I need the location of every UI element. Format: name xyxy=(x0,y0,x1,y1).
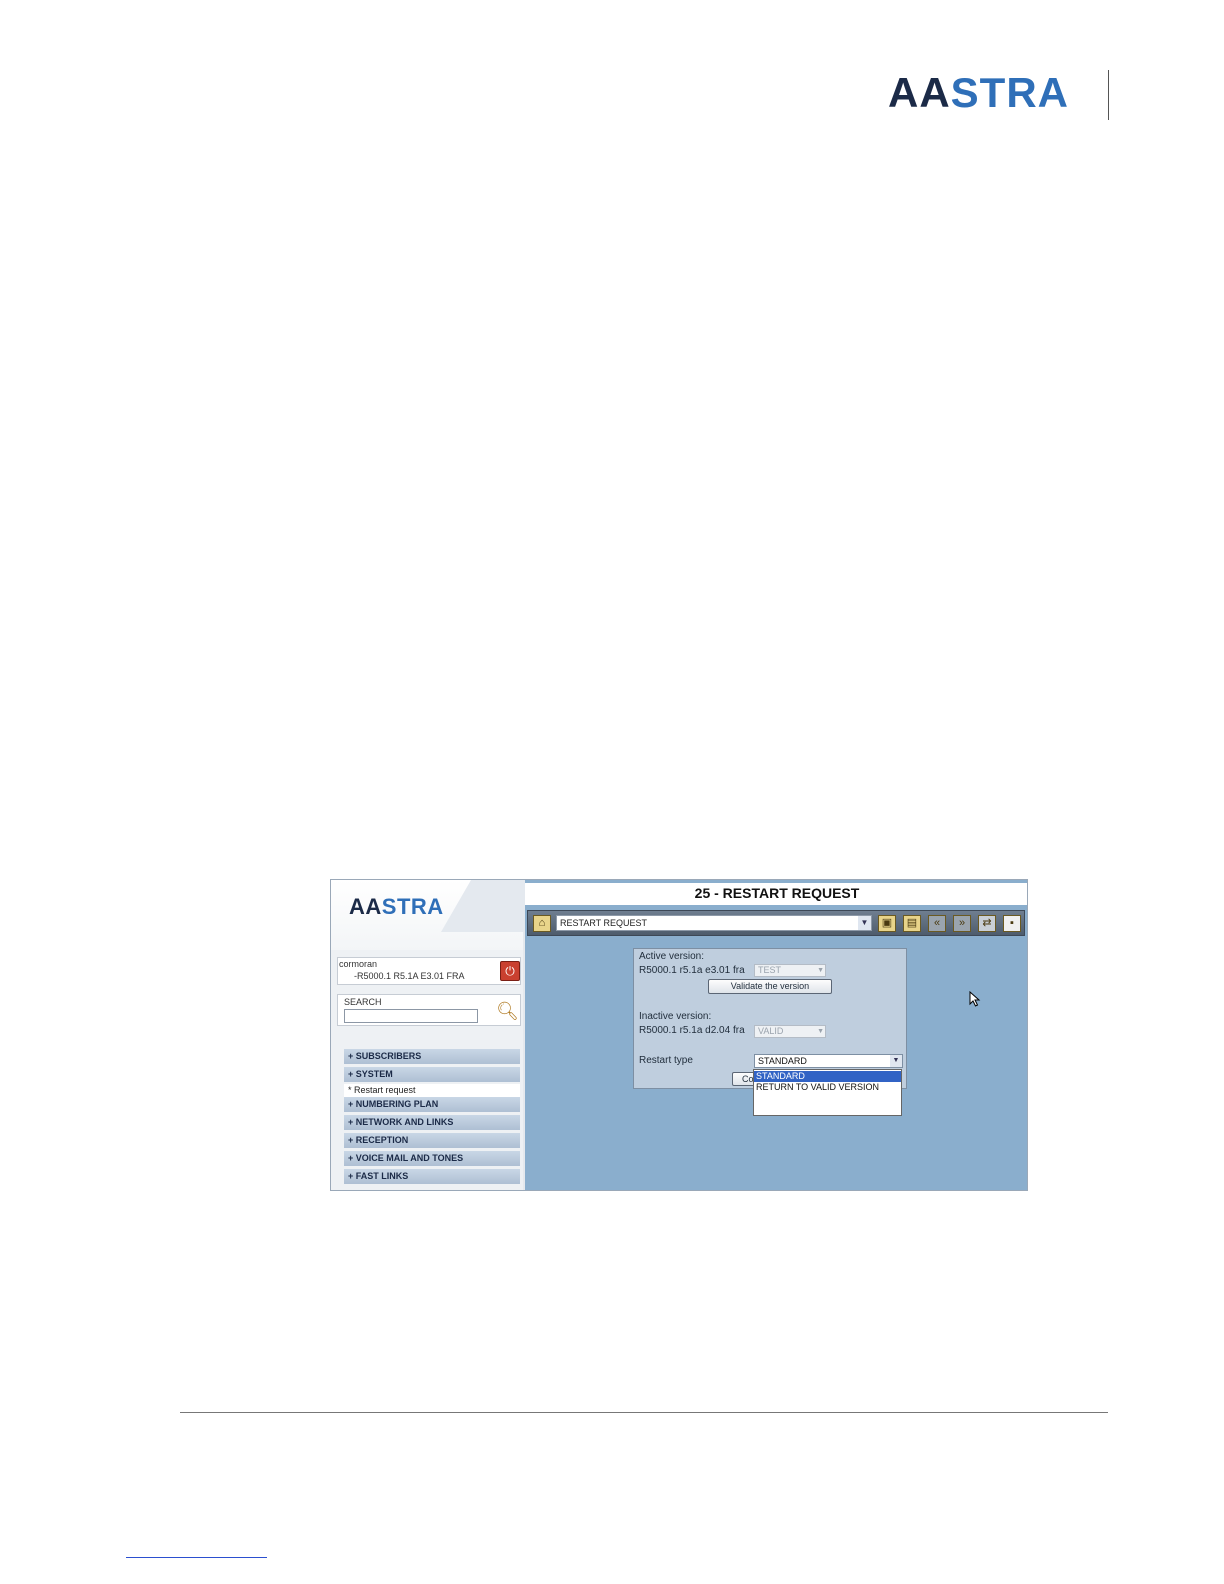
host-name: cormoran xyxy=(339,959,378,969)
logo-text-right: STRA xyxy=(950,69,1070,116)
active-status-value: TEST xyxy=(758,965,782,975)
active-version-value: R5000.1 r5.1a e3.01 fra xyxy=(639,965,745,976)
restart-type-select[interactable]: STANDARD ▼ xyxy=(754,1054,903,1068)
chevron-down-icon[interactable]: ▼ xyxy=(858,916,871,930)
toolbar: ⌂ RESTART REQUEST ▼ ▣ ▤ « » ⇄ ▪ xyxy=(527,910,1025,936)
app-screenshot: AASTRA cormoran -R5000.1 R5.1A E3.01 FRA… xyxy=(330,879,1028,1191)
home-icon[interactable]: ⌂ xyxy=(533,915,551,932)
inactive-version-value: R5000.1 r5.1a d2.04 fra xyxy=(639,1025,745,1036)
search-panel: SEARCH 🔍︎ xyxy=(337,994,521,1026)
restart-form: Active version: R5000.1 r5.1a e3.01 fra … xyxy=(633,948,907,1089)
option-standard[interactable]: STANDARD xyxy=(754,1071,901,1082)
option-return-to-valid-version[interactable]: RETURN TO VALID VERSION xyxy=(754,1082,901,1093)
logo-text-left: AA xyxy=(888,69,951,116)
submenu-item-restart-request[interactable]: * Restart request xyxy=(344,1084,520,1097)
menu-item-network-and-links[interactable]: + NETWORK AND LINKS xyxy=(344,1115,520,1130)
page-title: 25 - RESTART REQUEST xyxy=(694,885,860,901)
menu-item-subscribers[interactable]: + SUBSCRIBERS xyxy=(344,1049,520,1064)
inactive-version-label: Inactive version: xyxy=(639,1011,712,1022)
host-version: -R5000.1 R5.1A E3.01 FRA xyxy=(354,971,465,981)
restart-type-value: STANDARD xyxy=(758,1056,807,1066)
menu-item-voice-mail-and-tones[interactable]: + VOICE MAIL AND TONES xyxy=(344,1151,520,1166)
restart-type-label: Restart type xyxy=(639,1055,693,1066)
app-logo: AASTRA xyxy=(349,894,444,920)
main-panel: 25 - RESTART REQUEST ⌂ RESTART REQUEST ▼… xyxy=(525,880,1027,1190)
app-logo-left: AA xyxy=(349,894,382,919)
save-icon[interactable]: ▪ xyxy=(1003,915,1021,932)
search-label: SEARCH xyxy=(344,997,382,1007)
link-icon[interactable]: ⇄ xyxy=(978,915,996,932)
chevron-down-icon[interactable]: ▼ xyxy=(890,1055,902,1067)
folder-open-icon[interactable]: ▣ xyxy=(878,915,896,932)
folder-up-icon[interactable]: ▤ xyxy=(903,915,921,932)
mouse-cursor-icon xyxy=(969,991,981,1007)
navigation-select-value: RESTART REQUEST xyxy=(560,918,648,928)
logo-divider xyxy=(1108,70,1109,120)
previous-icon[interactable]: « xyxy=(928,915,946,932)
chevron-down-icon: ▼ xyxy=(817,967,824,974)
host-info: cormoran -R5000.1 R5.1A E3.01 FRA ⏻ xyxy=(337,957,521,985)
menu-item-fast-links[interactable]: + FAST LINKS xyxy=(344,1169,520,1184)
menu-item-reception[interactable]: + RECEPTION xyxy=(344,1133,520,1148)
power-icon[interactable]: ⏻ xyxy=(500,961,520,981)
menu-item-numbering-plan[interactable]: + NUMBERING PLAN xyxy=(344,1097,520,1112)
restart-type-dropdown: STANDARD RETURN TO VALID VERSION xyxy=(753,1069,902,1116)
navigation-select[interactable]: RESTART REQUEST ▼ xyxy=(556,915,872,931)
aastra-logo: AASTRA xyxy=(888,72,1104,114)
app-logo-right: STRA xyxy=(381,894,444,919)
chevron-down-icon: ▼ xyxy=(817,1028,824,1035)
active-version-label: Active version: xyxy=(639,951,705,962)
validate-version-button[interactable]: Validate the version xyxy=(708,979,832,994)
left-sidebar: AASTRA cormoran -R5000.1 R5.1A E3.01 FRA… xyxy=(331,880,562,1190)
title-bar: 25 - RESTART REQUEST xyxy=(525,883,1027,905)
next-icon[interactable]: » xyxy=(953,915,971,932)
inactive-status-select: VALID ▼ xyxy=(754,1025,826,1038)
footer-link-underline xyxy=(126,1557,267,1558)
menu-item-system[interactable]: + SYSTEM xyxy=(344,1067,520,1082)
footer-divider xyxy=(180,1412,1108,1413)
search-icon[interactable]: 🔍︎ xyxy=(496,1001,519,1021)
active-status-select: TEST ▼ xyxy=(754,964,826,977)
inactive-status-value: VALID xyxy=(758,1026,784,1036)
search-input[interactable] xyxy=(344,1009,478,1023)
